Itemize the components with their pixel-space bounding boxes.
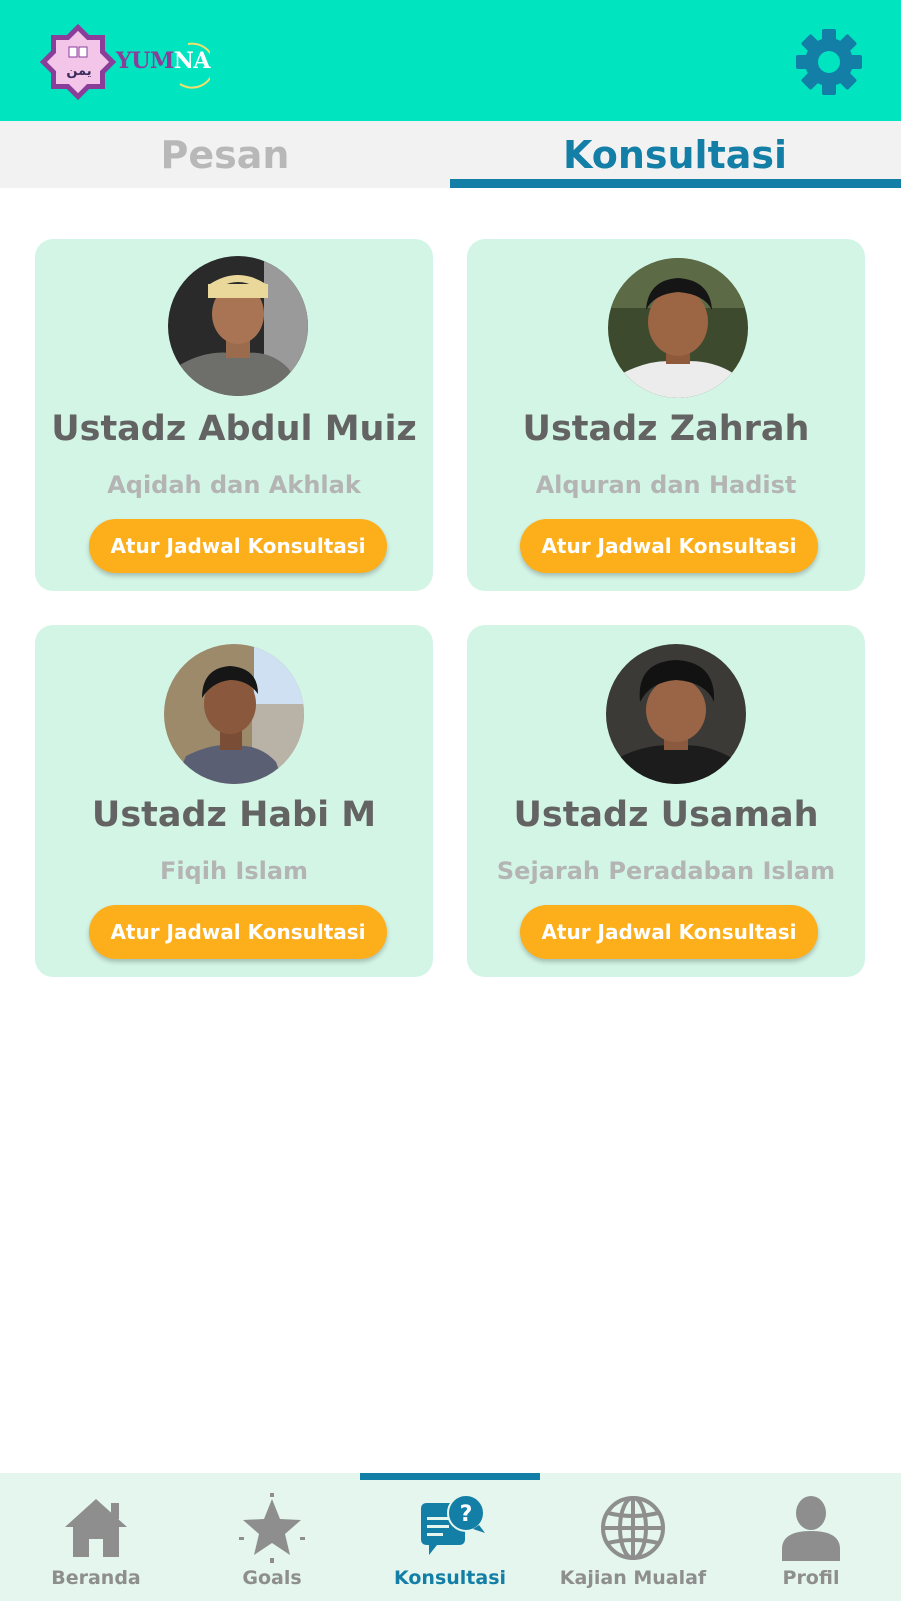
tab-konsultasi[interactable]: Konsultasi: [450, 121, 900, 188]
consultant-card: Ustadz Habi M Fiqih Islam Atur Jadwal Ko…: [35, 625, 433, 977]
nav-label: Goals: [242, 1567, 302, 1589]
avatar: [608, 258, 748, 398]
consultant-card: Ustadz Zahrah Alquran dan Hadist Atur Ja…: [467, 239, 865, 591]
nav-item-konsultasi[interactable]: ? Konsultasi: [360, 1473, 540, 1601]
bottom-navigation: Beranda Goals ? Konsultasi Kajian Mualaf…: [0, 1473, 901, 1601]
globe-icon: [601, 1496, 665, 1560]
logo-wordmark-part1: YUM: [116, 48, 174, 74]
active-tab-indicator: [450, 179, 901, 188]
schedule-consultation-button[interactable]: Atur Jadwal Konsultasi: [520, 905, 818, 959]
person-icon: [782, 1496, 840, 1561]
settings-button[interactable]: [795, 28, 863, 96]
nav-label: Konsultasi: [393, 1567, 507, 1589]
nav-item-goals[interactable]: Goals: [182, 1473, 362, 1601]
chat-question-icon: ?: [421, 1494, 485, 1555]
consultant-photo: [608, 258, 748, 398]
schedule-consultation-button[interactable]: Atur Jadwal Konsultasi: [89, 905, 387, 959]
home-icon: [65, 1499, 127, 1557]
nav-label: Profil: [782, 1567, 840, 1589]
nav-item-profil[interactable]: Profil: [721, 1473, 901, 1601]
consultant-photo: [606, 644, 746, 784]
logo-wordmark-part2: NA: [173, 48, 211, 74]
consultant-name: Ustadz Habi M: [91, 795, 377, 835]
consultant-name: Ustadz Abdul Muiz: [51, 409, 417, 449]
nav-label: Kajian Mualaf: [559, 1567, 707, 1589]
consultant-name: Ustadz Usamah: [513, 795, 819, 835]
app-bar: يمن YUMNA: [0, 0, 901, 121]
consultant-photo: [168, 256, 308, 396]
avatar: [168, 256, 308, 396]
consultant-name: Ustadz Zahrah: [522, 409, 810, 449]
consultant-card: Ustadz Abdul Muiz Aqidah dan Akhlak Atur…: [35, 239, 433, 591]
nav-item-kajian-mualaf[interactable]: Kajian Mualaf: [543, 1473, 723, 1601]
avatar: [606, 644, 746, 784]
star-icon: [239, 1493, 305, 1563]
avatar: [164, 644, 304, 784]
logo-arabic-text: يمن: [66, 64, 92, 79]
consultant-specialty: Alquran dan Hadist: [535, 471, 797, 499]
nav-item-beranda[interactable]: Beranda: [6, 1473, 186, 1601]
consultant-specialty: Sejarah Peradaban Islam: [496, 857, 836, 885]
tab-pesan[interactable]: Pesan: [0, 121, 450, 188]
consultant-card: Ustadz Usamah Sejarah Peradaban Islam At…: [467, 625, 865, 977]
tab-bar: Pesan Konsultasi: [0, 121, 901, 188]
consultant-specialty: Fiqih Islam: [159, 857, 309, 885]
consultant-specialty: Aqidah dan Akhlak: [107, 471, 361, 499]
svg-text:?: ?: [460, 1502, 473, 1527]
logo-wordmark: YUMNA: [116, 48, 210, 74]
gear-icon: [796, 29, 862, 95]
nav-label: Beranda: [51, 1567, 141, 1589]
schedule-consultation-button[interactable]: Atur Jadwal Konsultasi: [89, 519, 387, 573]
consultant-photo: [164, 644, 304, 784]
schedule-consultation-button[interactable]: Atur Jadwal Konsultasi: [520, 519, 818, 573]
